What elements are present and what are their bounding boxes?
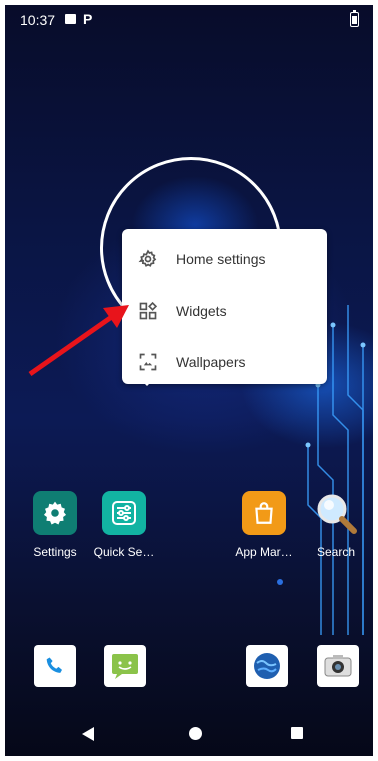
- image-icon: [65, 14, 76, 24]
- menu-label: Widgets: [176, 303, 227, 319]
- browser-icon[interactable]: [246, 645, 288, 687]
- app-label: Quick Se…: [93, 545, 155, 559]
- settings-gear-icon: [33, 491, 77, 535]
- app-search[interactable]: Search: [301, 491, 371, 559]
- home-icon[interactable]: [189, 727, 202, 740]
- shopping-bag-icon: [242, 491, 286, 535]
- app-label: App Mar…: [235, 545, 293, 559]
- app-label: Settings: [33, 545, 77, 559]
- camera-icon[interactable]: [317, 645, 359, 687]
- app-market[interactable]: App Mar…: [229, 491, 299, 559]
- app-quick-settings[interactable]: Quick Se…: [89, 491, 159, 559]
- menu-item-home-settings[interactable]: Home settings: [122, 234, 327, 284]
- gear-icon: [136, 247, 160, 271]
- messaging-icon[interactable]: [104, 645, 146, 687]
- menu-item-widgets[interactable]: Widgets: [122, 286, 327, 336]
- home-screen[interactable]: 10:37 P Home settings Widgets Wallpapers…: [5, 5, 373, 756]
- battery-icon: [350, 10, 359, 27]
- navigation-bar: [5, 712, 373, 756]
- app-settings[interactable]: Settings: [20, 491, 90, 559]
- menu-label: Home settings: [176, 251, 266, 267]
- status-bar: 10:37 P: [5, 5, 373, 35]
- menu-pointer: [141, 380, 153, 386]
- parking-icon: P: [83, 11, 93, 27]
- magnifier-icon: [314, 491, 358, 535]
- app-label: Search: [316, 545, 356, 559]
- page-indicator: [277, 579, 283, 585]
- home-context-menu: Home settings Widgets Wallpapers: [122, 229, 327, 384]
- wallpaper-icon: [136, 350, 160, 374]
- recents-icon[interactable]: [291, 727, 303, 739]
- red-arrow-annotation: [28, 305, 129, 377]
- sliders-icon: [102, 491, 146, 535]
- phone-icon[interactable]: [34, 645, 76, 687]
- menu-label: Wallpapers: [176, 354, 246, 370]
- back-icon[interactable]: [82, 727, 94, 741]
- widgets-icon: [136, 299, 160, 323]
- status-time: 10:37: [20, 12, 56, 28]
